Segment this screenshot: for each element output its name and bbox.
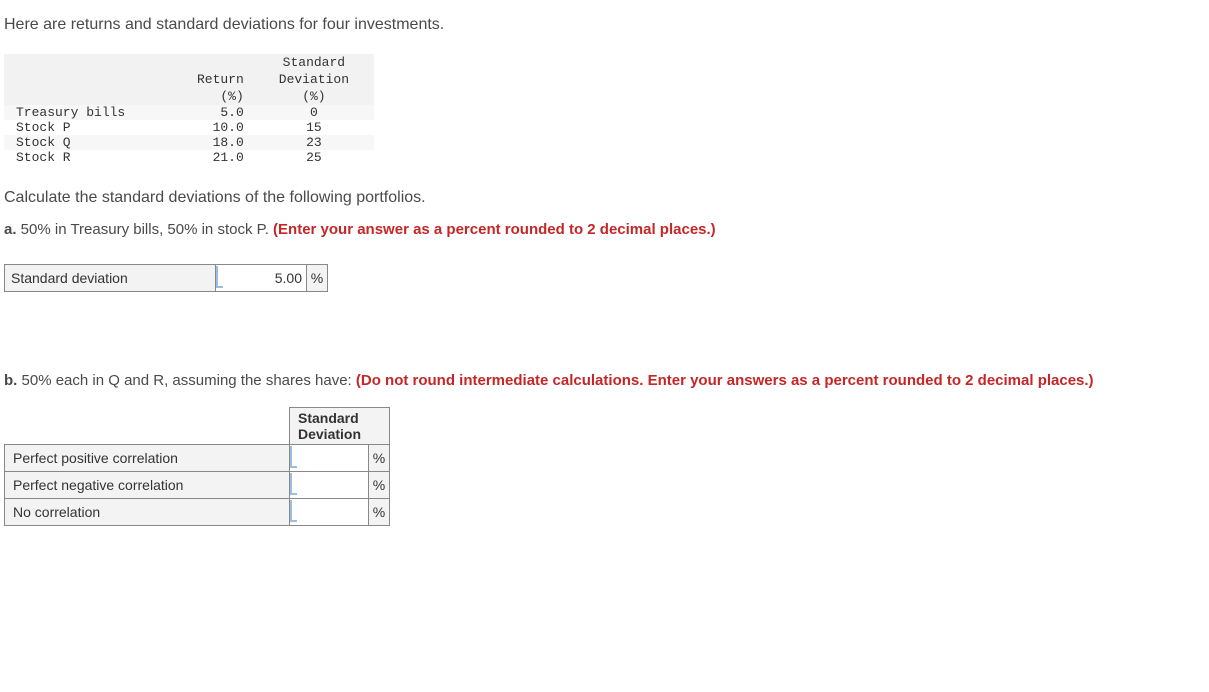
input-handle-icon	[290, 446, 297, 468]
header-return-1: Return	[154, 71, 253, 88]
part-b-instructions: (Do not round intermediate calculations.…	[356, 372, 1094, 389]
input-handle-icon	[216, 266, 223, 288]
part-b-row-label: No correlation	[5, 499, 290, 526]
part-b-row-label: Perfect positive correlation	[5, 445, 290, 472]
part-a-unit: %	[307, 265, 328, 292]
part-b-unit: %	[369, 472, 390, 499]
part-a-text: 50% in Treasury bills, 50% in stock P.	[17, 221, 274, 238]
row-sd: 25	[254, 150, 374, 165]
part-b-col-header-1: Standard	[298, 410, 359, 426]
table-corner	[4, 54, 154, 105]
header-sd-2: Deviation	[254, 71, 374, 88]
row-name: Stock P	[4, 120, 154, 135]
part-b-unit: %	[369, 499, 390, 526]
part-b-input-cell	[290, 499, 369, 526]
part-a-question: a. 50% in Treasury bills, 50% in stock P…	[4, 221, 1209, 238]
part-a-input-cell	[216, 265, 307, 292]
part-b-col-header-2: Deviation	[298, 426, 361, 442]
table-row: Stock Q 18.0 23	[4, 135, 374, 150]
part-b-input-1[interactable]	[297, 474, 368, 496]
row-name: Stock Q	[4, 135, 154, 150]
part-b-row-label: Perfect negative correlation	[5, 472, 290, 499]
header-sd-3: (%)	[254, 88, 374, 105]
investments-table: Standard Return Deviation (%) (%) Treasu…	[4, 54, 374, 165]
part-b-unit: %	[369, 445, 390, 472]
row-sd: 0	[254, 105, 374, 120]
row-sd: 15	[254, 120, 374, 135]
row-sd: 23	[254, 135, 374, 150]
table-row: No correlation %	[5, 499, 390, 526]
row-return: 18.0	[154, 135, 253, 150]
part-b-question: b. 50% each in Q and R, assuming the sha…	[4, 372, 1209, 389]
part-a-label: a.	[4, 221, 17, 238]
row-return: 21.0	[154, 150, 253, 165]
row-return: 10.0	[154, 120, 253, 135]
part-b-input-2[interactable]	[297, 501, 368, 523]
part-b-label: b.	[4, 372, 17, 389]
intro-text: Here are returns and standard deviations…	[4, 16, 1209, 34]
part-a-row-label: Standard deviation	[5, 265, 216, 292]
header-sd-1: Standard	[254, 54, 374, 71]
table-row: Perfect negative correlation %	[5, 472, 390, 499]
header-return-blank	[154, 54, 253, 71]
part-a-answer-table: Standard deviation %	[4, 264, 328, 292]
part-b-col-header: Standard Deviation	[290, 408, 390, 445]
part-b-input-0[interactable]	[297, 447, 368, 469]
row-return: 5.0	[154, 105, 253, 120]
part-b-corner	[5, 408, 290, 445]
table-row: Stock R 21.0 25	[4, 150, 374, 165]
input-handle-icon	[290, 473, 297, 495]
part-a-instructions: (Enter your answer as a percent rounded …	[273, 221, 716, 238]
row-name: Treasury bills	[4, 105, 154, 120]
header-return-2: (%)	[154, 88, 253, 105]
table-row: Perfect positive correlation %	[5, 445, 390, 472]
calc-prompt: Calculate the standard deviations of the…	[4, 189, 1209, 207]
table-row: Treasury bills 5.0 0	[4, 105, 374, 120]
part-b-text: 50% each in Q and R, assuming the shares…	[17, 372, 356, 389]
part-b-input-cell	[290, 472, 369, 499]
row-name: Stock R	[4, 150, 154, 165]
part-a-input[interactable]	[223, 267, 306, 289]
input-handle-icon	[290, 500, 297, 522]
part-b-answer-table: Standard Deviation Perfect positive corr…	[4, 407, 390, 526]
part-b-input-cell	[290, 445, 369, 472]
table-row: Stock P 10.0 15	[4, 120, 374, 135]
